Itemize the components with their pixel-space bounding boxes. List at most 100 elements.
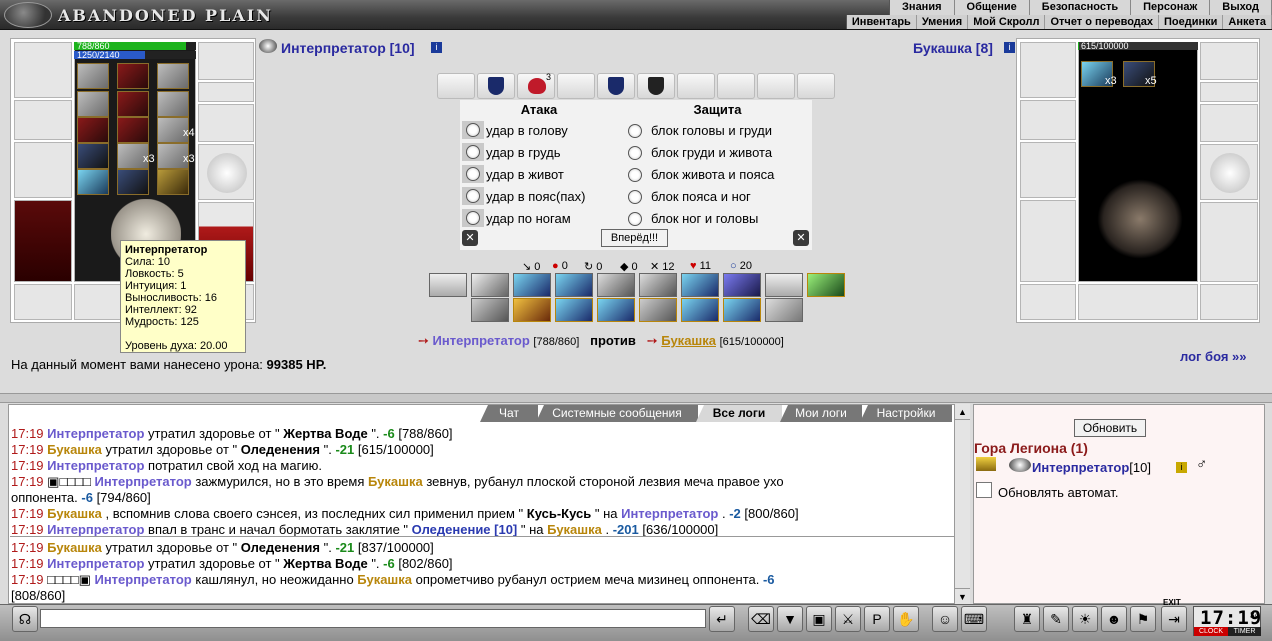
translit-icon[interactable]: ⌨: [961, 606, 987, 632]
map-icon[interactable]: ☀: [1072, 606, 1098, 632]
menu-character[interactable]: Персонаж: [1131, 0, 1211, 15]
log-player-name[interactable]: Интерпретатор: [47, 522, 148, 537]
gloves-slot[interactable]: [198, 104, 254, 142]
scroll-slot[interactable]: [477, 73, 515, 99]
log-enemy-name[interactable]: Букашка: [357, 572, 415, 587]
timer-button[interactable]: TIMER: [1228, 627, 1261, 636]
clock-button[interactable]: CLOCK: [1194, 627, 1228, 636]
skill-slot[interactable]: [681, 298, 719, 322]
log-enemy-name[interactable]: Букашка: [47, 540, 105, 555]
effect-icon[interactable]: [77, 117, 109, 143]
ring-slots[interactable]: [198, 82, 254, 102]
smiley-icon[interactable]: ☺: [932, 606, 958, 632]
add-friend-icon[interactable]: ♂: [1196, 456, 1207, 473]
bracer-slot[interactable]: [1020, 100, 1076, 140]
log-scrollbar[interactable]: ▲ ▼: [954, 404, 970, 604]
scroll-slot[interactable]: [677, 73, 715, 99]
tab-all-logs[interactable]: Все логи: [696, 405, 782, 422]
skill-slot[interactable]: [723, 273, 761, 297]
fight-icon[interactable]: ⚔: [835, 606, 861, 632]
scroll-down-icon[interactable]: ▼: [955, 588, 970, 604]
misc-slots[interactable]: [1078, 284, 1198, 320]
bracer-slot[interactable]: [14, 100, 72, 140]
attack-option-stomach[interactable]: удар в живот: [462, 165, 564, 183]
battle-log-link[interactable]: лог боя »»: [1180, 349, 1247, 364]
attack-option-legs[interactable]: удар по ногам: [462, 209, 571, 227]
block-option-stomach-belt[interactable]: блок живота и пояса: [628, 167, 774, 182]
scroll-slot[interactable]: [637, 73, 675, 99]
player-info-icon[interactable]: i: [431, 42, 442, 53]
menu-transfers[interactable]: Отчет о переводах: [1045, 15, 1160, 29]
log-player-name[interactable]: Интерпретатор: [47, 556, 148, 571]
skill-slot[interactable]: [555, 298, 593, 322]
menu-communication[interactable]: Общение: [955, 0, 1030, 15]
effect-icon[interactable]: [117, 117, 149, 143]
log-player-name[interactable]: Интерпретатор: [621, 506, 722, 521]
attack-option-chest[interactable]: удар в грудь: [462, 143, 561, 161]
menu-profile[interactable]: Анкета: [1223, 15, 1272, 29]
save-icon[interactable]: ▣: [806, 606, 832, 632]
flag-icon[interactable]: ⚑: [1130, 606, 1156, 632]
helmet-slot[interactable]: [14, 42, 72, 98]
armor-slot[interactable]: [1020, 200, 1076, 282]
effect-icon[interactable]: [157, 91, 189, 117]
boots-slot[interactable]: [1200, 284, 1258, 320]
menu-skills[interactable]: Умения: [917, 15, 969, 29]
effect-icon[interactable]: [157, 63, 189, 89]
attack-option-groin[interactable]: удар в пояс(пах): [462, 187, 585, 205]
shield-slot[interactable]: [1200, 144, 1258, 200]
effect-icon[interactable]: [77, 91, 109, 117]
block-option-legs-head[interactable]: блок ног и головы: [628, 211, 758, 226]
skill-slot[interactable]: [597, 273, 635, 297]
skill-slot[interactable]: [765, 273, 803, 297]
speaker-icon[interactable]: ☊: [12, 606, 38, 632]
log-enemy-name[interactable]: Букашка: [47, 442, 105, 457]
filter-icon[interactable]: ▼: [777, 606, 803, 632]
menu-inventory[interactable]: Инвентарь: [847, 15, 917, 29]
go-button[interactable]: Вперёд!!!: [601, 229, 668, 247]
versus-enemy-name[interactable]: Букашка: [661, 333, 716, 348]
member-name[interactable]: Интерпретатор: [1032, 460, 1129, 475]
inventory-icon[interactable]: ♜: [1014, 606, 1040, 632]
skill-slot[interactable]: [513, 273, 551, 297]
member-entry[interactable]: Интерпретатор[10]: [1032, 460, 1151, 475]
armor-slot[interactable]: [14, 200, 72, 282]
scroll-slot[interactable]: [717, 73, 755, 99]
menu-knowledge[interactable]: Знания: [890, 0, 955, 15]
effect-icon[interactable]: [77, 143, 109, 169]
tab-chat[interactable]: Чат: [480, 405, 538, 422]
eraser-icon[interactable]: ⌫: [748, 606, 774, 632]
legs-slot[interactable]: [1200, 202, 1258, 282]
scroll-slot[interactable]: [557, 73, 595, 99]
player-name[interactable]: Интерпретатор [10]: [281, 40, 415, 56]
skill-slot[interactable]: [555, 273, 593, 297]
effect-icon[interactable]: [157, 169, 189, 195]
block-option-belt-legs[interactable]: блок пояса и ног: [628, 189, 751, 204]
skill-slot[interactable]: [681, 273, 719, 297]
scroll-slot[interactable]: 3: [517, 72, 555, 99]
weapon-slot[interactable]: [14, 142, 72, 198]
member-info-icon[interactable]: i: [1176, 462, 1187, 473]
scroll-slot[interactable]: [797, 73, 835, 99]
tab-system-messages[interactable]: Системные сообщения: [536, 405, 698, 422]
amulet-slot[interactable]: [1200, 42, 1258, 80]
enemy-name[interactable]: Букашка [8]: [913, 40, 993, 56]
effect-icon[interactable]: [77, 169, 109, 195]
effect-icon[interactable]: [77, 63, 109, 89]
skill-slot[interactable]: [471, 298, 509, 322]
block-option-head-chest[interactable]: блок головы и груди: [628, 123, 772, 138]
tab-my-logs[interactable]: Мои логи: [780, 405, 862, 422]
chat-input[interactable]: [40, 609, 706, 628]
belt-slot[interactable]: [14, 284, 72, 320]
menu-exit[interactable]: Выход: [1210, 0, 1272, 15]
log-player-name[interactable]: Интерпретатор: [94, 572, 195, 587]
menu-my-scroll[interactable]: Мой Скролл: [968, 15, 1046, 29]
skill-slot[interactable]: [471, 273, 509, 297]
skill-slot[interactable]: [597, 298, 635, 322]
log-player-name[interactable]: Интерпретатор: [47, 458, 148, 473]
effect-icon[interactable]: [117, 169, 149, 195]
auto-refresh-checkbox[interactable]: [976, 482, 992, 498]
refresh-button[interactable]: Обновить: [1074, 419, 1146, 437]
gloves-slot[interactable]: [1200, 104, 1258, 142]
log-enemy-name[interactable]: Букашка: [547, 522, 605, 537]
